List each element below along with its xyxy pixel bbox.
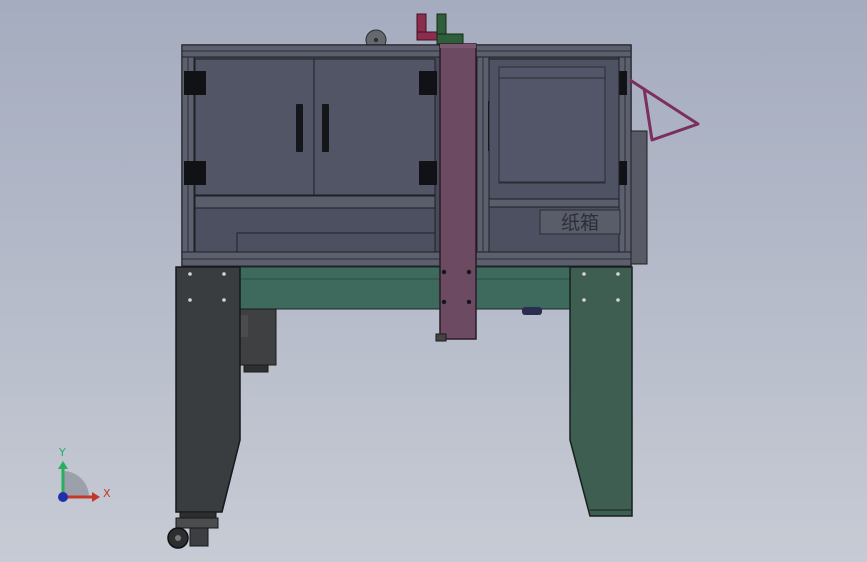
- crossbeam: [237, 266, 572, 310]
- triad-x-label: X: [103, 487, 111, 500]
- caster-wheel: [167, 517, 219, 549]
- door-handle-right: [322, 104, 329, 152]
- side-box: [630, 130, 648, 265]
- right-window-panel: 纸箱: [488, 58, 621, 253]
- leg-right: [569, 266, 633, 517]
- center-column: [435, 43, 477, 342]
- valve-green: [436, 13, 464, 45]
- triad-y-label: Y: [58, 446, 66, 459]
- motor: [237, 308, 277, 373]
- label-plate: 纸箱: [561, 212, 599, 234]
- leg-left: [175, 266, 241, 519]
- orientation-triad[interactable]: X Y: [58, 446, 111, 502]
- small-clip: [522, 307, 542, 315]
- machine-model[interactable]: 纸箱 X Y: [0, 0, 867, 562]
- left-door-panels: [194, 58, 436, 253]
- valve-red: [416, 13, 440, 41]
- door-handle-left: [296, 104, 303, 152]
- cad-viewport[interactable]: 纸箱 X Y: [0, 0, 867, 562]
